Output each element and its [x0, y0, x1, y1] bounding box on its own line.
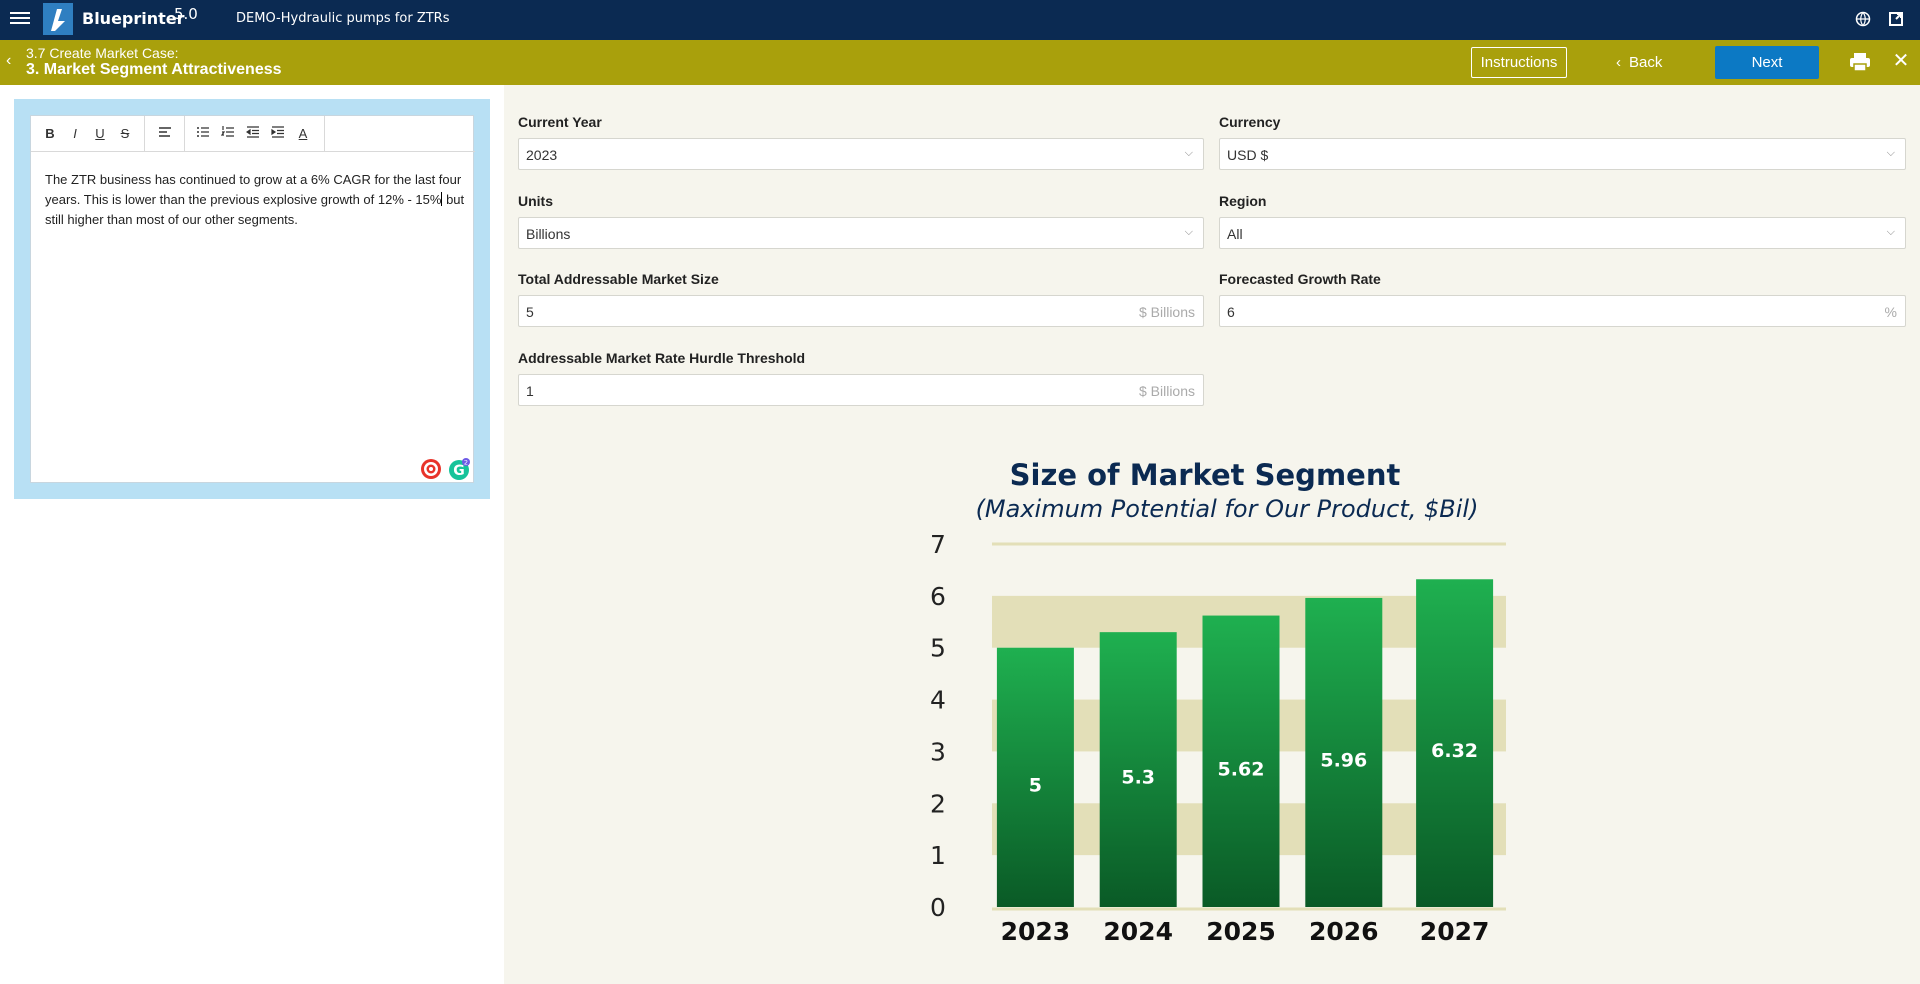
step-title: 3. Market Segment Attractiveness: [26, 61, 282, 78]
x-tick-label: 2024: [1103, 917, 1173, 946]
chevron-left-icon: ‹: [1616, 54, 1621, 71]
bar-data-label: 5.3: [1121, 767, 1155, 789]
chevron-down-icon: ⌵: [1886, 226, 1895, 238]
instructions-button[interactable]: Instructions: [1471, 47, 1567, 78]
back-button[interactable]: ‹ Back: [1616, 47, 1686, 78]
globe-icon[interactable]: [1853, 9, 1873, 29]
hurdle-input[interactable]: 1 $ Billions: [518, 374, 1204, 406]
tam-input[interactable]: 5 $ Billions: [518, 295, 1204, 327]
units-select[interactable]: Billions ⌵: [518, 217, 1204, 249]
italic-button[interactable]: I: [66, 125, 84, 143]
x-tick-label: 2025: [1206, 917, 1276, 946]
bold-button[interactable]: B: [41, 125, 59, 143]
units-value: Billions: [526, 226, 571, 242]
bar-data-label: 6.32: [1431, 740, 1478, 762]
rich-text-editor[interactable]: B I U S A The ZTR business has continued…: [30, 115, 475, 483]
notes-panel: B I U S A The ZTR business has continued…: [0, 85, 504, 984]
y-tick-label: 3: [930, 737, 946, 766]
bar-data-label: 5.96: [1320, 749, 1367, 771]
growth-label: Forecasted Growth Rate: [1219, 271, 1381, 287]
next-button[interactable]: Next: [1715, 46, 1819, 79]
document-title: DEMO-Hydraulic pumps for ZTRs: [236, 11, 450, 26]
chart-subtitle: (Maximum Potential for Our Product, $Bil…: [975, 495, 1479, 523]
currency-value: USD $: [1227, 147, 1269, 163]
grammarly-badge-count: 2: [464, 459, 468, 467]
bullet-list-icon[interactable]: [194, 125, 212, 143]
list-group: A: [185, 116, 325, 151]
font-color-button[interactable]: A: [294, 125, 312, 143]
print-icon[interactable]: [1849, 52, 1871, 72]
chevron-down-icon: ⌵: [1184, 226, 1193, 238]
hurdle-value: 1: [526, 383, 534, 399]
chevron-down-icon: ⌵: [1886, 147, 1895, 159]
editor-frame: B I U S A The ZTR business has continued…: [14, 99, 490, 499]
market-size-chart: 0 1 2 3 4 5 6 7 5 2023 5.3 2024 5.62 2025 5.96 2026 6.32…: [930, 535, 1506, 946]
align-group: [145, 116, 185, 151]
target-extension-icon[interactable]: [420, 458, 442, 480]
current-year-select[interactable]: 2023 ⌵: [518, 138, 1204, 170]
currency-label: Currency: [1219, 114, 1281, 130]
step-header: ‹ 3.7 Create Market Case: 3. Market Segm…: [0, 40, 1920, 85]
blueprinter-logo[interactable]: [43, 3, 73, 35]
close-icon[interactable]: ✕: [1891, 50, 1911, 72]
hurdle-unit: $ Billions: [1138, 383, 1195, 399]
bar-data-label: 5: [1029, 774, 1042, 796]
editor-text-before-caret: The ZTR business has continued to grow a…: [45, 172, 462, 207]
current-year-value: 2023: [526, 147, 558, 163]
x-tick-label: 2023: [1001, 917, 1071, 946]
outdent-icon[interactable]: [244, 125, 262, 143]
grammarly-icon[interactable]: G2: [448, 458, 470, 480]
numbered-list-icon[interactable]: [219, 125, 237, 143]
units-label: Units: [518, 193, 553, 209]
current-year-label: Current Year: [518, 114, 602, 130]
y-tick-label: 5: [930, 634, 946, 663]
region-select[interactable]: All ⌵: [1219, 217, 1906, 249]
tam-label: Total Addressable Market Size: [518, 271, 719, 287]
collapse-chevron-icon[interactable]: ‹: [6, 52, 20, 70]
y-tick-label: 4: [930, 686, 946, 715]
y-tick-label: 7: [930, 535, 946, 559]
popout-icon[interactable]: [1886, 9, 1906, 29]
main-content: Current Year 2023 ⌵ Currency USD $ ⌵ Uni…: [504, 85, 1920, 984]
chevron-down-icon: ⌵: [1184, 147, 1193, 159]
tam-value: 5: [526, 304, 534, 320]
align-left-icon[interactable]: [156, 125, 174, 143]
y-tick-label: 2: [930, 789, 946, 818]
app-header: Blueprinter 5.0 DEMO-Hydraulic pumps for…: [0, 0, 1920, 40]
y-tick-label: 1: [930, 841, 946, 870]
x-tick-label: 2027: [1420, 917, 1490, 946]
region-label: Region: [1219, 193, 1267, 209]
y-tick-label: 0: [930, 893, 946, 922]
x-tick-label: 2026: [1309, 917, 1379, 946]
growth-value: 6: [1227, 304, 1235, 320]
tam-unit: $ Billions: [1138, 304, 1195, 320]
editor-toolbar: B I U S A: [31, 116, 475, 152]
growth-input[interactable]: 6 %: [1219, 295, 1906, 327]
editor-content[interactable]: The ZTR business has continued to grow a…: [45, 170, 465, 230]
bar-data-label: 5.62: [1218, 758, 1265, 780]
format-group: B I U S: [31, 116, 145, 151]
step-subtitle: 3.7 Create Market Case:: [26, 45, 179, 61]
back-button-label: Back: [1629, 54, 1663, 71]
chart-title: Size of Market Segment: [1009, 458, 1401, 492]
y-tick-label: 6: [930, 582, 946, 611]
growth-unit: %: [1884, 304, 1897, 320]
region-value: All: [1227, 226, 1243, 242]
currency-select[interactable]: USD $ ⌵: [1219, 138, 1906, 170]
underline-button[interactable]: U: [91, 125, 109, 143]
app-version: 5.0: [174, 5, 198, 23]
strikethrough-button[interactable]: S: [116, 125, 134, 143]
indent-icon[interactable]: [269, 125, 287, 143]
hurdle-label: Addressable Market Rate Hurdle Threshold: [518, 350, 806, 366]
app-brand: Blueprinter: [82, 9, 185, 28]
menu-icon[interactable]: [10, 9, 30, 29]
